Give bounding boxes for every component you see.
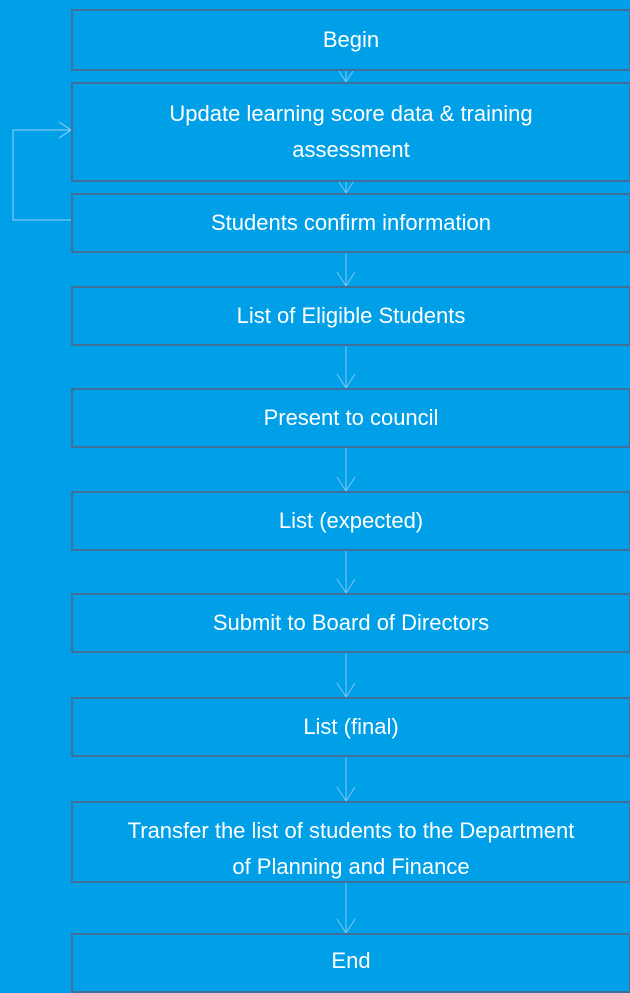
step-list-expected-label: List (expected) xyxy=(278,508,424,533)
feedback-loop-connector xyxy=(12,129,71,221)
step-list-expected: List (expected) xyxy=(71,491,630,551)
step-begin-label: Begin xyxy=(322,27,380,52)
step-begin: Begin xyxy=(71,9,630,71)
step-eligible-students-list-label: List of Eligible Students xyxy=(236,303,466,328)
step-eligible-students-list: List of Eligible Students xyxy=(71,286,630,346)
step-end-label: End xyxy=(331,948,371,973)
step-students-confirm-label: Students confirm information xyxy=(210,210,492,235)
step-submit-to-board-label: Submit to Board of Directors xyxy=(212,610,490,635)
step-transfer-list-label: Transfer the list of students to the Dep… xyxy=(127,818,575,879)
step-update-learning-score: Update learning score data & training as… xyxy=(71,82,630,182)
step-update-learning-score-label: Update learning score data & training as… xyxy=(169,101,533,162)
step-present-to-council: Present to council xyxy=(71,388,630,448)
step-present-to-council-label: Present to council xyxy=(263,405,439,430)
step-end: End xyxy=(71,933,630,993)
step-students-confirm: Students confirm information xyxy=(71,193,630,253)
step-list-final: List (final) xyxy=(71,697,630,757)
step-submit-to-board: Submit to Board of Directors xyxy=(71,593,630,653)
step-list-final-label: List (final) xyxy=(303,714,399,739)
step-transfer-list: Transfer the list of students to the Dep… xyxy=(71,801,630,883)
